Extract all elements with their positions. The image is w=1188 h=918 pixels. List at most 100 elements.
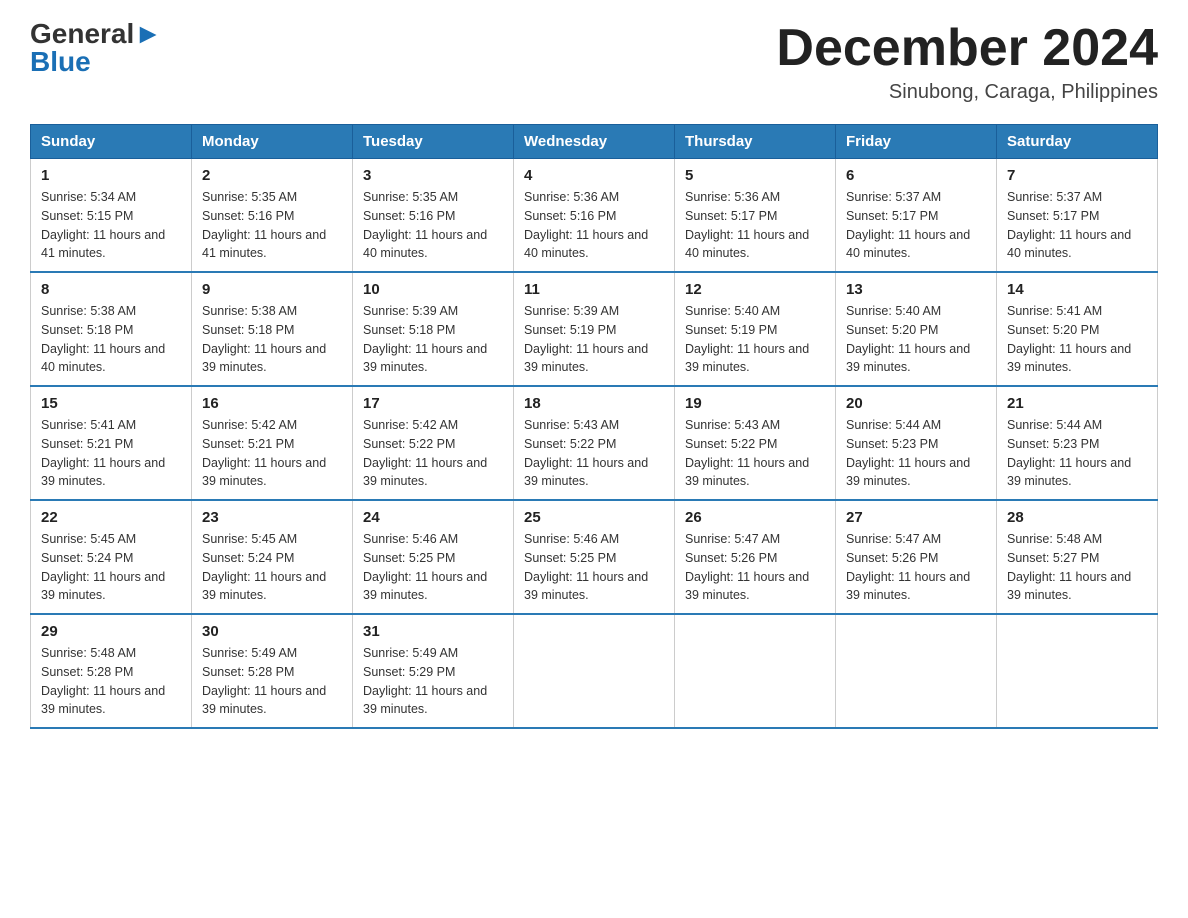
day-number: 4 (524, 167, 664, 184)
calendar-cell: 19Sunrise: 5:43 AMSunset: 5:22 PMDayligh… (675, 386, 836, 500)
calendar-cell: 8 Sunrise: 5:38 AMSunset: 5:18 PMDaylight… (31, 272, 192, 386)
day-number: 27 (846, 509, 986, 526)
calendar-cell: 17 Sunrise: 5:42 AMSunset: 5:22 PMDayligh… (353, 386, 514, 500)
day-number: 20 (846, 395, 986, 412)
day-number: 24 (363, 509, 503, 526)
calendar-header-saturday: Saturday (997, 125, 1158, 159)
calendar-cell: 16 Sunrise: 5:42 AMSunset: 5:21 PMDayligh… (192, 386, 353, 500)
day-number: 31 (363, 623, 503, 640)
day-number: 21 (1007, 395, 1147, 412)
day-number: 23 (202, 509, 342, 526)
title-section: December 2024 Sinubong, Caraga, Philippi… (776, 20, 1158, 104)
calendar-cell (514, 614, 675, 728)
logo-general-text: General► (30, 20, 162, 48)
calendar-cell: 6 Sunrise: 5:37 AMSunset: 5:17 PMDaylight… (836, 159, 997, 273)
day-info: Sunrise: 5:42 AMSunset: 5:22 PMDaylight:… (363, 416, 503, 491)
day-info: Sunrise: 5:48 AMSunset: 5:27 PMDaylight:… (1007, 530, 1147, 605)
day-number: 29 (41, 623, 181, 640)
day-info: Sunrise: 5:40 AMSunset: 5:20 PMDaylight:… (846, 302, 986, 377)
logo: General► Blue (30, 20, 162, 76)
calendar-cell: 21 Sunrise: 5:44 AMSunset: 5:23 PMDayligh… (997, 386, 1158, 500)
calendar-cell: 7Sunrise: 5:37 AMSunset: 5:17 PMDaylight… (997, 159, 1158, 273)
calendar-week-5: 29 Sunrise: 5:48 AMSunset: 5:28 PMDayligh… (31, 614, 1158, 728)
day-info: Sunrise: 5:43 AMSunset: 5:22 PMDaylight:… (524, 416, 664, 491)
day-info: Sunrise: 5:49 AMSunset: 5:28 PMDaylight:… (202, 644, 342, 719)
day-info: Sunrise: 5:36 AMSunset: 5:16 PMDaylight:… (524, 188, 664, 263)
calendar-week-2: 8 Sunrise: 5:38 AMSunset: 5:18 PMDaylight… (31, 272, 1158, 386)
day-info: Sunrise: 5:37 AMSunset: 5:17 PMDaylight:… (846, 188, 986, 263)
calendar-week-1: 1Sunrise: 5:34 AMSunset: 5:15 PMDaylight… (31, 159, 1158, 273)
day-number: 3 (363, 167, 503, 184)
day-info: Sunrise: 5:44 AMSunset: 5:23 PMDaylight:… (1007, 416, 1147, 491)
calendar-header-friday: Friday (836, 125, 997, 159)
calendar-cell: 15Sunrise: 5:41 AMSunset: 5:21 PMDayligh… (31, 386, 192, 500)
calendar-cell: 31 Sunrise: 5:49 AMSunset: 5:29 PMDayligh… (353, 614, 514, 728)
calendar-cell: 20 Sunrise: 5:44 AMSunset: 5:23 PMDayligh… (836, 386, 997, 500)
calendar-cell: 26Sunrise: 5:47 AMSunset: 5:26 PMDayligh… (675, 500, 836, 614)
calendar-cell: 23 Sunrise: 5:45 AMSunset: 5:24 PMDayligh… (192, 500, 353, 614)
calendar-cell: 22 Sunrise: 5:45 AMSunset: 5:24 PMDayligh… (31, 500, 192, 614)
logo-blue-text: Blue (30, 48, 91, 76)
page-header: General► Blue December 2024 Sinubong, Ca… (30, 20, 1158, 104)
calendar-cell: 28 Sunrise: 5:48 AMSunset: 5:27 PMDayligh… (997, 500, 1158, 614)
calendar-cell: 5 Sunrise: 5:36 AMSunset: 5:17 PMDaylight… (675, 159, 836, 273)
day-info: Sunrise: 5:45 AMSunset: 5:24 PMDaylight:… (202, 530, 342, 605)
day-info: Sunrise: 5:46 AMSunset: 5:25 PMDaylight:… (524, 530, 664, 605)
day-info: Sunrise: 5:38 AMSunset: 5:18 PMDaylight:… (41, 302, 181, 377)
calendar-cell: 13Sunrise: 5:40 AMSunset: 5:20 PMDayligh… (836, 272, 997, 386)
calendar-header-wednesday: Wednesday (514, 125, 675, 159)
day-number: 28 (1007, 509, 1147, 526)
day-number: 6 (846, 167, 986, 184)
day-info: Sunrise: 5:36 AMSunset: 5:17 PMDaylight:… (685, 188, 825, 263)
day-info: Sunrise: 5:38 AMSunset: 5:18 PMDaylight:… (202, 302, 342, 377)
day-number: 17 (363, 395, 503, 412)
calendar-cell: 18 Sunrise: 5:43 AMSunset: 5:22 PMDayligh… (514, 386, 675, 500)
day-number: 11 (524, 281, 664, 298)
day-info: Sunrise: 5:41 AMSunset: 5:20 PMDaylight:… (1007, 302, 1147, 377)
day-info: Sunrise: 5:47 AMSunset: 5:26 PMDaylight:… (685, 530, 825, 605)
day-number: 10 (363, 281, 503, 298)
day-info: Sunrise: 5:45 AMSunset: 5:24 PMDaylight:… (41, 530, 181, 605)
day-number: 19 (685, 395, 825, 412)
day-number: 25 (524, 509, 664, 526)
day-info: Sunrise: 5:35 AMSunset: 5:16 PMDaylight:… (202, 188, 342, 263)
day-info: Sunrise: 5:41 AMSunset: 5:21 PMDaylight:… (41, 416, 181, 491)
calendar-cell (836, 614, 997, 728)
calendar-header-tuesday: Tuesday (353, 125, 514, 159)
calendar-cell: 29 Sunrise: 5:48 AMSunset: 5:28 PMDayligh… (31, 614, 192, 728)
calendar-header-monday: Monday (192, 125, 353, 159)
day-info: Sunrise: 5:48 AMSunset: 5:28 PMDaylight:… (41, 644, 181, 719)
day-number: 7 (1007, 167, 1147, 184)
logo-arrow: ► (134, 18, 162, 49)
day-number: 1 (41, 167, 181, 184)
day-info: Sunrise: 5:46 AMSunset: 5:25 PMDaylight:… (363, 530, 503, 605)
calendar-cell: 12 Sunrise: 5:40 AMSunset: 5:19 PMDayligh… (675, 272, 836, 386)
calendar-cell: 14Sunrise: 5:41 AMSunset: 5:20 PMDayligh… (997, 272, 1158, 386)
calendar-header-sunday: Sunday (31, 125, 192, 159)
calendar-cell: 27Sunrise: 5:47 AMSunset: 5:26 PMDayligh… (836, 500, 997, 614)
day-info: Sunrise: 5:39 AMSunset: 5:18 PMDaylight:… (363, 302, 503, 377)
day-info: Sunrise: 5:40 AMSunset: 5:19 PMDaylight:… (685, 302, 825, 377)
day-number: 18 (524, 395, 664, 412)
month-title: December 2024 (776, 20, 1158, 77)
day-number: 22 (41, 509, 181, 526)
calendar-header-thursday: Thursday (675, 125, 836, 159)
calendar-cell (675, 614, 836, 728)
day-number: 8 (41, 281, 181, 298)
calendar-cell (997, 614, 1158, 728)
calendar-header-row: SundayMondayTuesdayWednesdayThursdayFrid… (31, 125, 1158, 159)
day-number: 9 (202, 281, 342, 298)
day-number: 16 (202, 395, 342, 412)
day-info: Sunrise: 5:49 AMSunset: 5:29 PMDaylight:… (363, 644, 503, 719)
calendar-cell: 11Sunrise: 5:39 AMSunset: 5:19 PMDayligh… (514, 272, 675, 386)
day-info: Sunrise: 5:44 AMSunset: 5:23 PMDaylight:… (846, 416, 986, 491)
location-text: Sinubong, Caraga, Philippines (776, 81, 1158, 104)
calendar-cell: 3 Sunrise: 5:35 AMSunset: 5:16 PMDaylight… (353, 159, 514, 273)
day-info: Sunrise: 5:35 AMSunset: 5:16 PMDaylight:… (363, 188, 503, 263)
day-number: 12 (685, 281, 825, 298)
calendar-week-4: 22 Sunrise: 5:45 AMSunset: 5:24 PMDayligh… (31, 500, 1158, 614)
calendar-cell: 1Sunrise: 5:34 AMSunset: 5:15 PMDaylight… (31, 159, 192, 273)
day-number: 5 (685, 167, 825, 184)
day-number: 30 (202, 623, 342, 640)
day-info: Sunrise: 5:42 AMSunset: 5:21 PMDaylight:… (202, 416, 342, 491)
